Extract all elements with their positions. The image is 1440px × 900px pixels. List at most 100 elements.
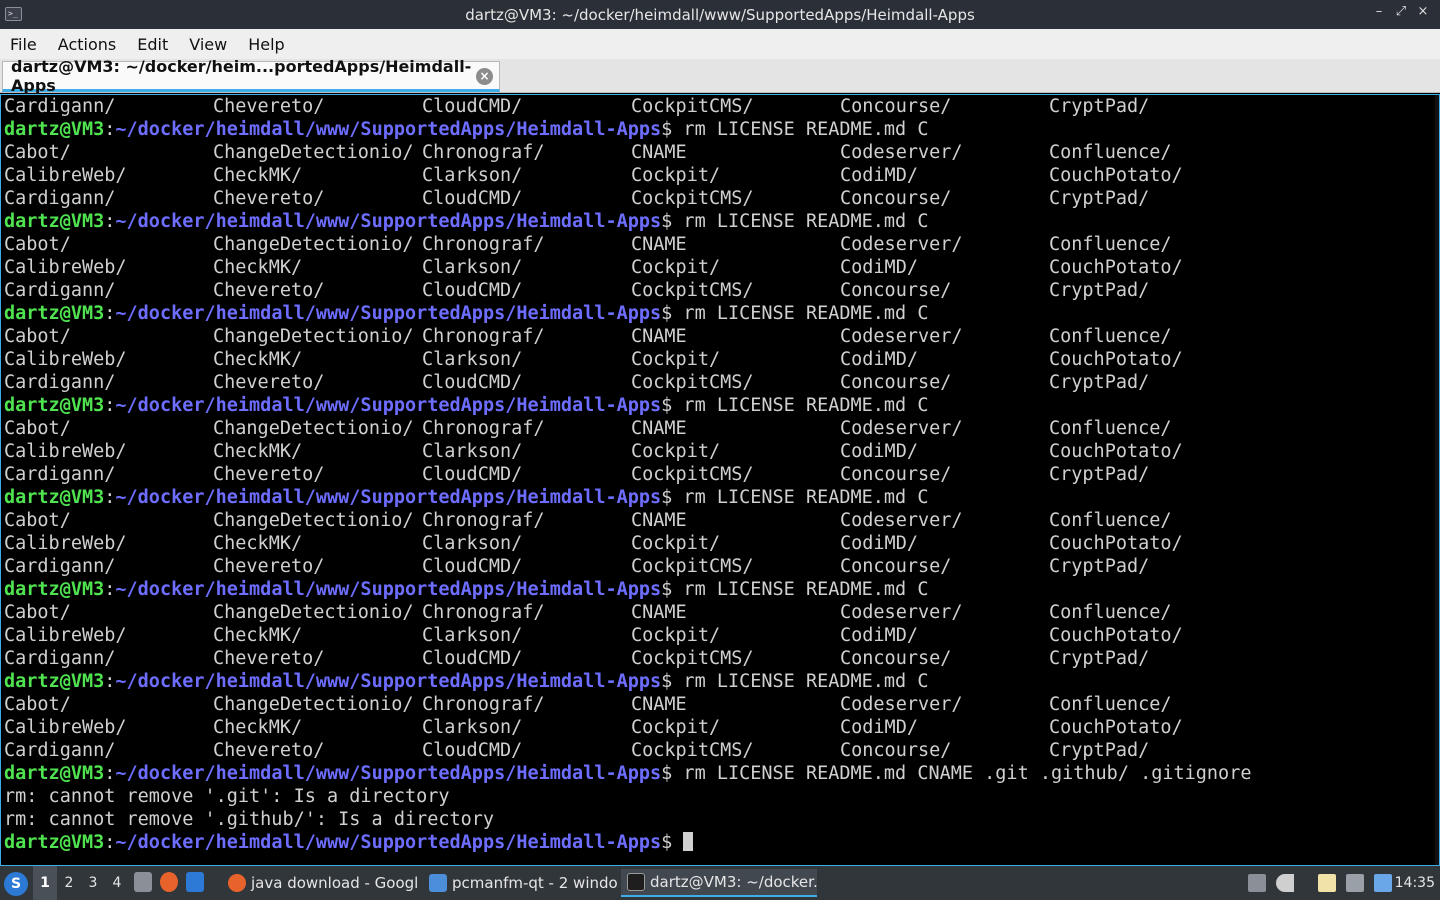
prompt-separator: : — [104, 119, 116, 140]
window-title: dartz@VM3: ~/docker/heimdall/www/Support… — [465, 5, 975, 24]
listing-row: Cardigann/Chevereto/CloudCMD/CockpitCMS/… — [4, 739, 1251, 762]
menu-view[interactable]: View — [189, 35, 227, 54]
listing-entry: CryptPad/ — [1049, 280, 1150, 301]
listing-entry: CloudCMD/ — [422, 188, 523, 209]
clock: 14:35 — [1394, 875, 1435, 891]
listing-entry: CheckMK/ — [213, 349, 303, 370]
prompt-line: dartz@VM3:~/docker/heimdall/www/Supporte… — [4, 578, 1251, 601]
prompt-symbol: $ — [661, 832, 673, 853]
desktop-3[interactable]: 3 — [81, 866, 105, 900]
listing-entry: CockpitCMS/ — [631, 280, 754, 301]
listing-entry: Concourse/ — [840, 372, 952, 393]
terminal-app-icon: >_ — [5, 7, 22, 21]
volume-icon[interactable] — [1276, 874, 1294, 892]
listing-entry: Concourse/ — [840, 188, 952, 209]
listing-row: Cardigann/Chevereto/CloudCMD/CockpitCMS/… — [4, 279, 1251, 302]
listing-entry: Cabot/ — [4, 510, 71, 531]
listing-row: CalibreWeb/CheckMK/Clarkson/Cockpit/Codi… — [4, 532, 1251, 555]
listing-row: Cardigann/Chevereto/CloudCMD/CockpitCMS/… — [4, 555, 1251, 578]
maximize-button[interactable]: ⤢ — [1394, 4, 1408, 19]
tab-bar: dartz@VM3: ~/docker/heim...portedApps/He… — [0, 57, 1440, 95]
prompt-symbol: $ — [661, 395, 673, 416]
desktop-1[interactable]: 1 — [33, 866, 57, 900]
terminal-tab[interactable]: dartz@VM3: ~/docker/heim...portedApps/He… — [2, 57, 500, 95]
listing-entry: CodiMD/ — [840, 625, 918, 646]
terminal-output: Cardigann/Chevereto/CloudCMD/CockpitCMS/… — [4, 95, 1251, 854]
listing-entry: CloudCMD/ — [422, 740, 523, 761]
show-desktop-icon[interactable] — [186, 872, 204, 892]
desktop-2[interactable]: 2 — [57, 866, 81, 900]
listing-entry: Cockpit/ — [631, 625, 721, 646]
command-text: rm LICENSE README.md C — [672, 119, 929, 140]
listing-entry: CouchPotato/ — [1049, 717, 1183, 738]
close-button[interactable]: × — [1416, 4, 1430, 19]
terminal-scrollbar[interactable] — [1435, 95, 1439, 865]
menu-help[interactable]: Help — [248, 35, 284, 54]
taskbar: S 1 2 3 4 java download - Googl... pcman… — [0, 866, 1440, 900]
listing-entry: CNAME — [631, 234, 687, 255]
listing-entry: CheckMK/ — [213, 165, 303, 186]
listing-row: CalibreWeb/CheckMK/Clarkson/Cockpit/Codi… — [4, 164, 1251, 187]
listing-entry: CouchPotato/ — [1049, 533, 1183, 554]
listing-entry: Cabot/ — [4, 602, 71, 623]
prompt-path: ~/docker/heimdall/www/SupportedApps/Heim… — [115, 119, 662, 140]
task-terminal[interactable]: dartz@VM3: ~/docker... — [621, 869, 817, 897]
listing-row: CalibreWeb/CheckMK/Clarkson/Cockpit/Codi… — [4, 440, 1251, 463]
listing-row: Cardigann/Chevereto/CloudCMD/CockpitCMS/… — [4, 647, 1251, 670]
listing-row: Cardigann/Chevereto/CloudCMD/CockpitCMS/… — [4, 95, 1251, 118]
tab-close-icon[interactable]: × — [476, 68, 493, 85]
menu-file[interactable]: File — [10, 35, 37, 54]
listing-entry: Cockpit/ — [631, 165, 721, 186]
prompt-path: ~/docker/heimdall/www/SupportedApps/Heim… — [115, 832, 662, 853]
terminal-view[interactable]: Cardigann/Chevereto/CloudCMD/CockpitCMS/… — [0, 94, 1440, 866]
prompt-separator: : — [104, 763, 116, 784]
listing-entry: Clarkson/ — [422, 257, 523, 278]
listing-entry: Clarkson/ — [422, 349, 523, 370]
quick-launch — [134, 872, 204, 892]
notifications-icon[interactable] — [1374, 874, 1392, 892]
menu-edit[interactable]: Edit — [137, 35, 168, 54]
prompt-line: dartz@VM3:~/docker/heimdall/www/Supporte… — [4, 302, 1251, 325]
menu-actions[interactable]: Actions — [58, 35, 116, 54]
listing-entry: CouchPotato/ — [1049, 625, 1183, 646]
desktop-4[interactable]: 4 — [105, 866, 129, 900]
listing-entry: CockpitCMS/ — [631, 556, 754, 577]
minimize-button[interactable]: – — [1372, 4, 1386, 19]
listing-entry: CryptPad/ — [1049, 556, 1150, 577]
file-manager-icon[interactable] — [134, 872, 152, 892]
updates-icon[interactable] — [1248, 874, 1266, 892]
listing-entry: Cabot/ — [4, 326, 71, 347]
prompt-user: dartz@VM3 — [4, 211, 105, 232]
tab-label: dartz@VM3: ~/docker/heim...portedApps/He… — [11, 56, 472, 95]
prompt-separator: : — [104, 487, 116, 508]
listing-entry: Codeserver/ — [840, 510, 963, 531]
listing-entry: Clarkson/ — [422, 625, 523, 646]
system-tray — [1248, 874, 1392, 892]
listing-entry: Chronograf/ — [422, 602, 545, 623]
command-text: rm LICENSE README.md C — [672, 211, 929, 232]
window-titlebar: >_ dartz@VM3: ~/docker/heimdall/www/Supp… — [0, 0, 1440, 29]
text-cursor — [683, 832, 694, 851]
task-firefox[interactable]: java download - Googl... — [222, 869, 418, 897]
start-menu-icon[interactable]: S — [4, 872, 28, 896]
prompt-separator: : — [104, 579, 116, 600]
clipboard-icon[interactable] — [1318, 874, 1336, 892]
listing-entry: ChangeDetectionio/ — [213, 418, 414, 439]
folder-icon — [429, 874, 447, 892]
network-icon[interactable] — [1346, 874, 1364, 892]
listing-entry: Chevereto/ — [213, 372, 325, 393]
listing-entry: Cardigann/ — [4, 464, 116, 485]
listing-entry: CryptPad/ — [1049, 96, 1150, 117]
listing-entry: CodiMD/ — [840, 717, 918, 738]
listing-entry: Concourse/ — [840, 280, 952, 301]
listing-entry: CockpitCMS/ — [631, 740, 754, 761]
task-file-manager[interactable]: pcmanfm-qt - 2 windo... — [423, 869, 619, 897]
prompt-line: dartz@VM3:~/docker/heimdall/www/Supporte… — [4, 831, 1251, 854]
terminal-icon — [627, 873, 645, 891]
listing-row: Cabot/ChangeDetectionio/Chronograf/CNAME… — [4, 601, 1251, 624]
command-text: rm LICENSE README.md C — [672, 671, 929, 692]
listing-entry: Cardigann/ — [4, 280, 116, 301]
firefox-icon[interactable] — [160, 872, 178, 892]
prompt-user: dartz@VM3 — [4, 395, 105, 416]
listing-entry: CheckMK/ — [213, 441, 303, 462]
